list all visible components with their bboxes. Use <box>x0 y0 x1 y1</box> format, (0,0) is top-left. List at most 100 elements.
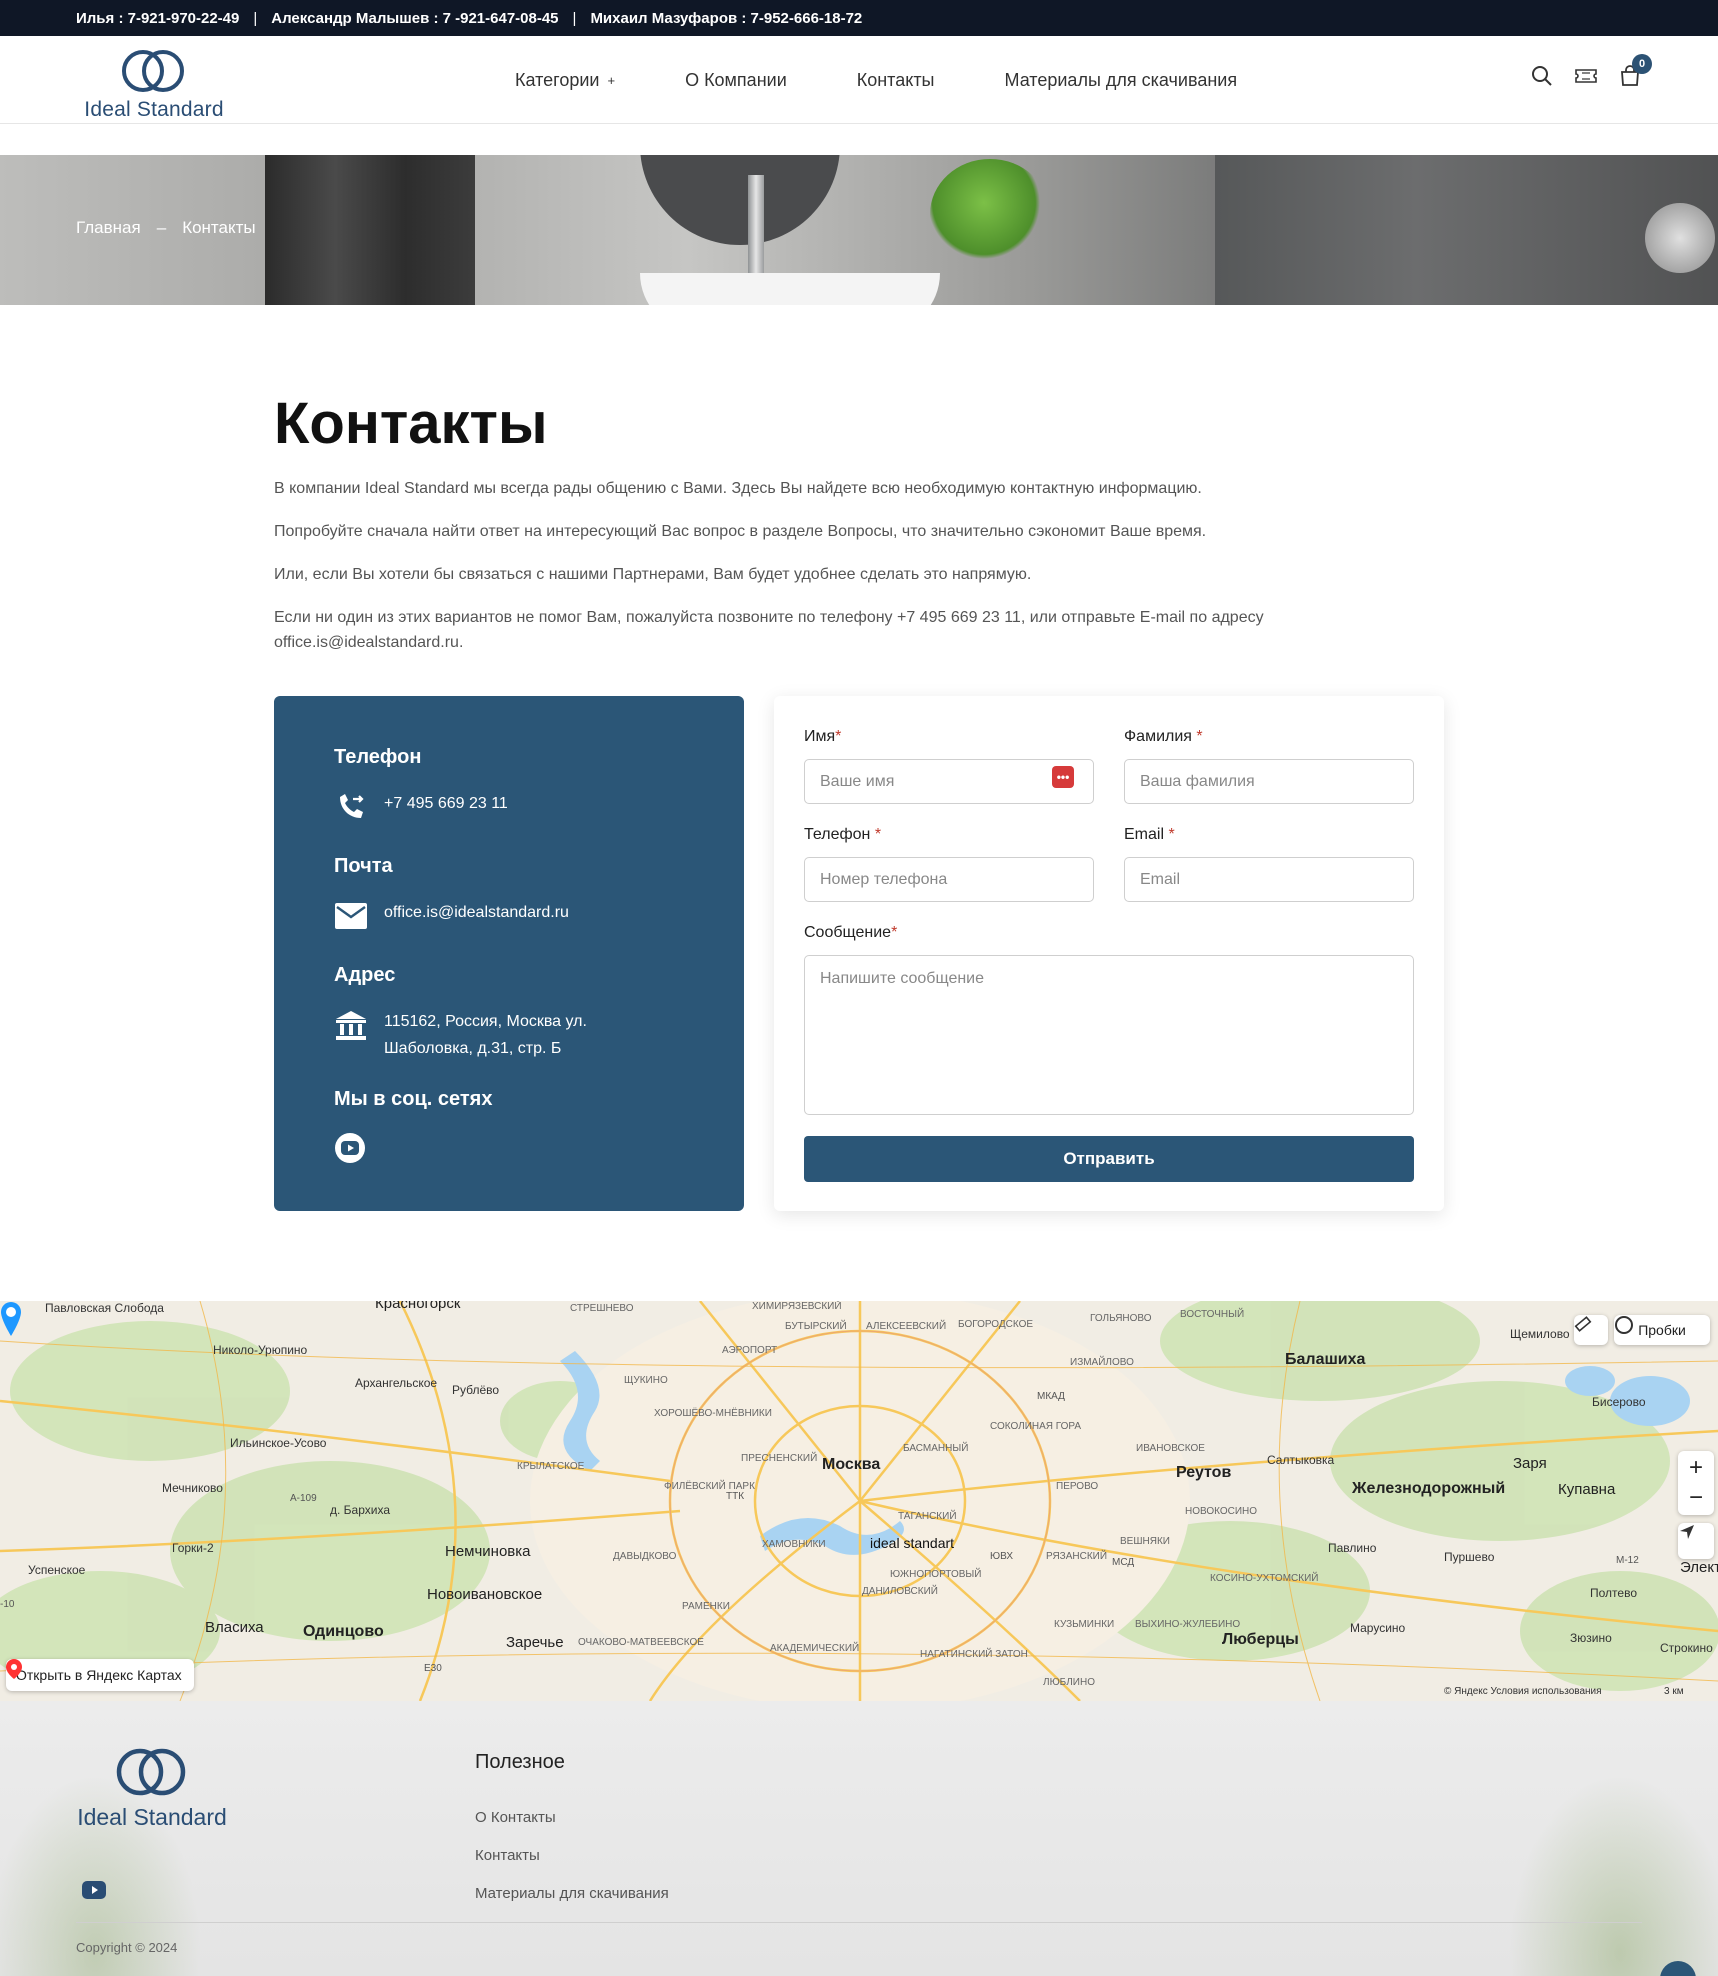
traffic-light-icon <box>1615 1316 1633 1334</box>
footer-link-about[interactable]: О Контакты <box>475 1809 556 1826</box>
top-contact-bar: Илья : 7-921-970-22-49 | Александр Малыш… <box>0 0 1718 36</box>
youtube-icon[interactable] <box>82 1881 106 1899</box>
map-district: РЯЗАНСКИЙ <box>1046 1551 1108 1562</box>
map-district: АКАДЕМИЧЕСКИЙ <box>770 1643 860 1654</box>
map-district: ВОСТОЧНЫЙ <box>1180 1309 1245 1320</box>
ruler-button[interactable] <box>1574 1315 1608 1345</box>
map-district: ХИМИРЯЗЕВСКИЙ <box>752 1301 842 1312</box>
map-district: СОКОЛИНАЯ ГОРА <box>990 1421 1082 1432</box>
required-mark: * <box>874 826 882 843</box>
first-name-input[interactable] <box>804 759 1094 804</box>
phone-label: Телефон * <box>804 826 881 844</box>
map-road: -10 <box>0 1599 15 1610</box>
brand-name: Ideal Standard <box>84 98 224 121</box>
last-name-input[interactable] <box>1124 759 1414 804</box>
open-in-yandex-maps-button[interactable]: Открыть в Яндекс Картах <box>6 1659 194 1691</box>
map-city: Москва <box>822 1456 881 1473</box>
map-road: ТТК <box>726 1491 745 1502</box>
map-copyright[interactable]: © Яндекс Условия использования <box>1444 1686 1602 1697</box>
nav-contacts[interactable]: Контакты <box>857 70 935 91</box>
map-marker-icon[interactable] <box>0 1301 22 1337</box>
map-base <box>0 1301 1718 1701</box>
youtube-icon[interactable] <box>334 1132 366 1164</box>
required-mark: * <box>835 728 842 745</box>
contact-malyshev[interactable]: Александр Малышев : 7 -921-647-08-45 <box>271 10 558 27</box>
phone-heading-text: Телефон <box>334 746 422 768</box>
submit-button[interactable]: Отправить <box>804 1136 1414 1182</box>
footer-link-downloads[interactable]: Материалы для скачивания <box>475 1885 669 1902</box>
email-input[interactable] <box>1124 857 1414 902</box>
phone-row: +7 495 669 23 11 <box>334 790 508 824</box>
open-in-yandex-label: Открыть в Яндекс Картах <box>16 1667 182 1683</box>
last-name-label-text: Фамилия <box>1124 728 1192 745</box>
footer-link-contacts[interactable]: Контакты <box>475 1847 540 1864</box>
address-value: 115162, Россия, Москва ул. Шаболовка, д.… <box>384 1008 587 1062</box>
phone-value[interactable]: +7 495 669 23 11 <box>384 790 508 824</box>
geolocation-button[interactable] <box>1678 1523 1714 1559</box>
map-place: Красногорск <box>375 1301 461 1312</box>
breadcrumb-current: Контакты <box>182 218 256 237</box>
ticket-icon[interactable] <box>1574 64 1598 88</box>
map-district: КУЗЬМИНКИ <box>1054 1619 1115 1630</box>
banner-mirror <box>640 155 840 245</box>
map-place: Салтыковка <box>1267 1453 1335 1467</box>
envelope-icon <box>335 903 367 929</box>
contact-form: Имя* ••• Фамилия * Телефон * Email * Соо… <box>774 696 1444 1211</box>
map-district: ИВАНОВСКОЕ <box>1136 1443 1205 1454</box>
address-row: 115162, Россия, Москва ул. Шаболовка, д.… <box>334 1008 587 1062</box>
bank-building-icon <box>336 1011 366 1040</box>
map-place: Зюзино <box>1570 1631 1612 1645</box>
intro-paragraph: Или, если Вы хотели бы связаться с нашим… <box>274 566 1032 583</box>
map-district: ТАГАНСКИЙ <box>898 1511 957 1522</box>
map-road: M-12 <box>1616 1555 1639 1566</box>
map-district: НАГАТИНСКИЙ ЗАТОН <box>920 1649 1028 1660</box>
contact-ilya[interactable]: Илья : 7-921-970-22-49 <box>76 10 239 27</box>
cart-button[interactable]: 0 <box>1618 54 1652 88</box>
message-textarea[interactable] <box>804 955 1414 1115</box>
map-district: ЛЮБЛИНО <box>1043 1677 1095 1688</box>
plus-icon: + <box>607 72 616 88</box>
required-mark: * <box>891 924 898 941</box>
brand-logo[interactable]: Ideal Standard <box>84 44 224 121</box>
map-district: ПЕРОВО <box>1056 1481 1099 1492</box>
message-label-text: Сообщение <box>804 924 892 941</box>
map-district: НОВОКОСИНО <box>1185 1506 1258 1517</box>
logo-rings-icon <box>122 50 184 92</box>
phone-input[interactable] <box>804 857 1094 902</box>
mail-value[interactable]: office.is@idealstandard.ru <box>384 899 569 933</box>
map-place: Архангельское <box>355 1376 438 1390</box>
zoom-out-button[interactable]: − <box>1689 1483 1703 1513</box>
main-nav: Категории + О Компании Контакты Материал… <box>515 36 1307 124</box>
separator: | <box>253 9 258 27</box>
map-pin-red-icon <box>6 1659 22 1679</box>
mail-heading: Почта <box>334 855 393 878</box>
map-place: Ильинское-Усово <box>230 1436 327 1450</box>
phone-label-text: Телефон <box>804 826 871 843</box>
yandex-map[interactable]: Павловская Слобода Николо-Урюпино Арханг… <box>0 1301 1718 1701</box>
breadcrumb-home[interactable]: Главная <box>76 218 141 238</box>
message-label: Сообщение* <box>804 924 897 942</box>
nav-about[interactable]: О Компании <box>685 70 787 91</box>
banner-plant <box>930 159 1050 269</box>
address-line1: 115162, Россия, Москва ул. <box>384 1013 587 1030</box>
map-road: МКАД <box>1037 1391 1065 1402</box>
intro-paragraph: Если ни один из этих вариантов не помог … <box>274 609 1264 651</box>
map-district: БУТЫРСКИЙ <box>785 1321 847 1332</box>
contact-mazufarov[interactable]: Михаил Мазуфаров : 7-952-666-18-72 <box>590 10 862 27</box>
map-place: Павлино <box>1328 1541 1377 1555</box>
intro-text: В компании Ideal Standard мы всегда рады… <box>274 476 1374 673</box>
map-scale: 3 км <box>1664 1686 1684 1697</box>
traffic-button[interactable]: Пробки <box>1614 1315 1710 1345</box>
map-place: Пуршево <box>1444 1550 1495 1564</box>
nav-categories[interactable]: Категории + <box>515 70 615 91</box>
header-actions: 0 <box>1530 54 1652 88</box>
map-place: д. Бархиха <box>330 1503 390 1517</box>
password-manager-icon[interactable]: ••• <box>1052 766 1074 788</box>
map-district: БАСМАННЫЙ <box>903 1443 969 1454</box>
zoom-in-button[interactable]: + <box>1689 1453 1703 1483</box>
map-road: ЮВХ <box>990 1551 1014 1562</box>
search-icon[interactable] <box>1530 64 1554 88</box>
nav-downloads[interactable]: Материалы для скачивания <box>1005 70 1238 91</box>
footer-logo[interactable]: Ideal Standard <box>72 1746 232 1836</box>
first-name-label-text: Имя <box>804 728 836 745</box>
